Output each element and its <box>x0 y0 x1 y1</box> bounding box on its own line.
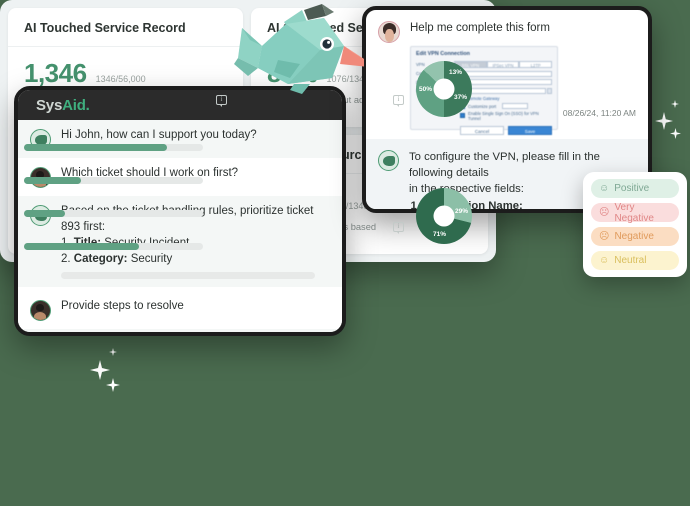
checkbox-icon[interactable] <box>460 113 465 119</box>
sparkle-icon <box>109 348 117 356</box>
chat-message-user: Provide steps to resolve <box>18 287 342 330</box>
slice-label-teams: 50% <box>419 85 433 93</box>
neutral-face-icon: ☺ <box>599 254 610 266</box>
sentiment-chip-very-negative[interactable]: ☹ Very Negative <box>591 201 679 224</box>
user-prompt-row: Help me complete this form <box>366 10 648 47</box>
sysaid-logo: SysAid. <box>36 97 90 114</box>
chat-message-bot: Sure, here are the following steps: 1 2 <box>18 329 342 332</box>
bar-fill <box>24 177 82 185</box>
dialog-title: Edit VPN Connection <box>416 51 470 57</box>
tab-l2tp[interactable]: L2TP <box>519 61 553 68</box>
sparkle-icon <box>671 100 679 108</box>
slice-label-ssp: 37% <box>453 93 467 101</box>
logo-text-aid: Aid. <box>62 96 90 114</box>
save-button[interactable]: Save <box>508 125 552 135</box>
bar-track <box>24 210 203 218</box>
bar-track <box>24 144 203 152</box>
sparkle-icon <box>670 128 681 139</box>
card-title: AI Touched Service Record <box>8 8 243 47</box>
bar-row: 32% <box>24 176 227 185</box>
logo-text-sys: Sys <box>36 96 63 114</box>
bar-row: 64% <box>24 242 227 251</box>
sentiment-chip-neutral[interactable]: ☺ Neutral <box>591 251 679 270</box>
chip-label: Neutral <box>614 255 647 266</box>
sentiment-chip-positive[interactable]: ☺ Positive <box>591 179 679 198</box>
message-text: Based on the ticket handling rules, prio… <box>61 205 314 233</box>
donut-chart-internal: 71% 29% <box>416 187 472 244</box>
metric-row: 1,346 1346/56,000 <box>24 58 227 89</box>
message-timestamp: 08/26/24, 11:20 AM <box>562 108 636 118</box>
chevron-down-icon[interactable] <box>547 87 552 94</box>
cancel-button[interactable]: Cancel <box>460 125 504 135</box>
frowny-face-icon: ☹ <box>599 206 610 218</box>
checkbox-label: Enable Single Sign On (SSO) for VPN Tunn… <box>467 110 539 121</box>
chip-label: Negative <box>614 231 654 242</box>
slice-label-email: 13% <box>448 68 462 76</box>
message-list-item: 2. Category: Security <box>61 252 173 265</box>
screenshot-root: SysAid. Hi John, how can I support you t… <box>0 0 690 506</box>
sentiment-popover: ☺ Positive ☹ Very Negative ☹ Negative ☺ … <box>583 172 687 277</box>
sparkle-icon <box>655 112 673 130</box>
info-icon[interactable] <box>393 95 404 107</box>
message-text: Provide steps to resolve <box>61 300 184 313</box>
slice-label-internal: 71% <box>433 230 447 238</box>
checkbox-customize-port[interactable]: Customize port <box>460 103 552 110</box>
vpn-type-tabs[interactable]: SSL VPN IPSec VPN L2TP <box>454 61 553 68</box>
port-input[interactable] <box>502 103 529 110</box>
user-prompt-text: Help me complete this form <box>410 22 550 34</box>
user-avatar <box>30 300 51 322</box>
sysaid-fish-mascot <box>234 4 364 94</box>
info-icon[interactable] <box>216 95 227 107</box>
donut-chart-contained: 50% 37% 13% <box>416 60 472 117</box>
message-text: Hi John, how can I support you today? <box>61 129 257 141</box>
sysaid-bot-avatar <box>378 150 399 171</box>
bar-row: 23% <box>24 209 227 218</box>
smiley-face-icon: ☺ <box>599 182 610 194</box>
sentiment-chip-negative[interactable]: ☹ Negative <box>591 227 679 246</box>
skeleton-line <box>61 272 315 280</box>
checkbox-label: Customize port <box>468 103 497 109</box>
metric-value: 1,346 <box>24 58 87 88</box>
sparkle-icon <box>90 360 110 380</box>
checkbox-enable-sso[interactable]: Enable Single Sign On (SSO) for VPN Tunn… <box>460 111 552 121</box>
bar-fill <box>24 144 168 152</box>
chip-label: Positive <box>614 183 650 194</box>
tab-ipsec-vpn[interactable]: IPSec VPN <box>486 61 520 68</box>
bar-fill <box>24 210 66 218</box>
chip-label: Very Negative <box>614 201 654 224</box>
woman-avatar <box>378 21 400 43</box>
info-icon[interactable] <box>393 222 404 234</box>
bar-track <box>24 177 203 185</box>
sparkle-icon <box>106 378 120 392</box>
slice-label-external: 29% <box>454 207 468 215</box>
bar-track <box>24 243 203 251</box>
bar-row: 80% <box>24 143 227 152</box>
bar-fill <box>24 243 139 251</box>
frowny-face-icon: ☹ <box>599 230 610 242</box>
dialog-actions: Cancel Save <box>460 125 552 135</box>
metric-ratio: 1346/56,000 <box>95 74 146 84</box>
chat-message-bot: Hi John, how can I support you today? <box>18 120 342 158</box>
